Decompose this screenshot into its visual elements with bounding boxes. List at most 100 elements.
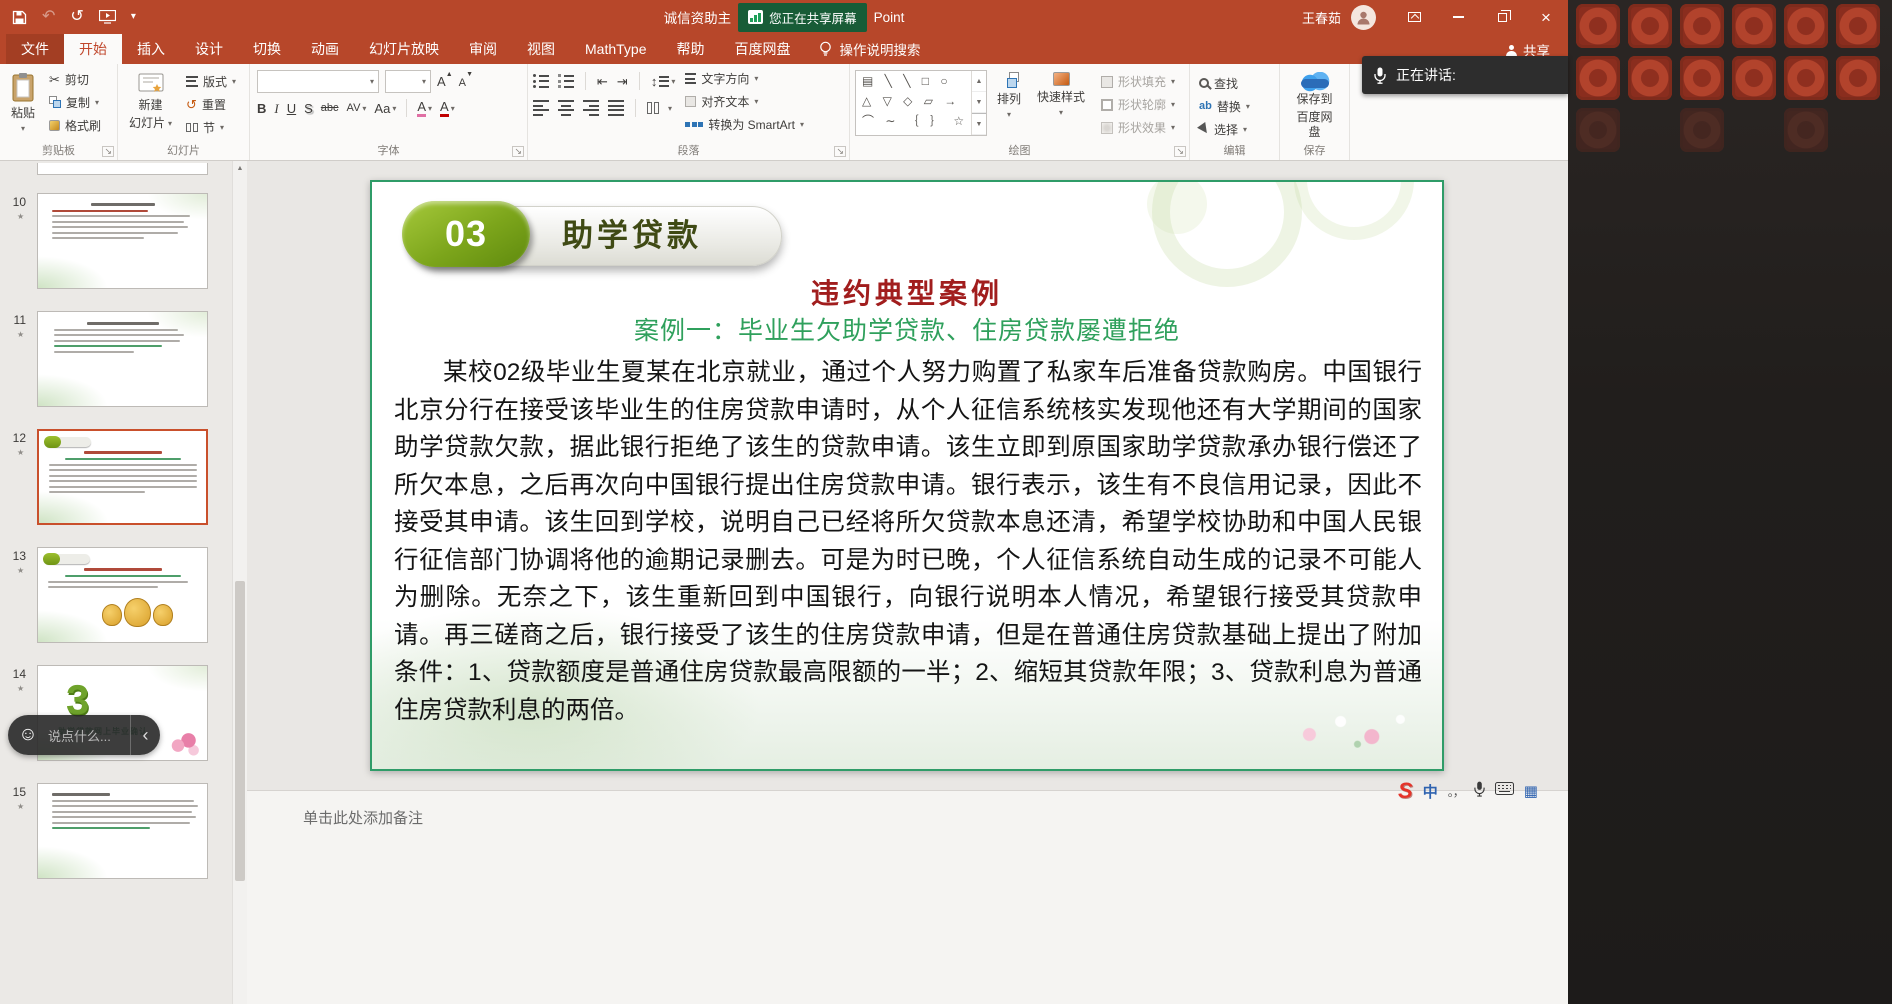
highlight-color-button[interactable]: A▾ [417,100,432,116]
shapes-gallery[interactable]: ▤ ╲ ╲ □ ○ △ ▽ ◇ ▱ → ⌒ ∼ ｛ ｝ ☆ ▲ ▼ ▼ [855,70,987,136]
ime-keyboard-button[interactable] [1495,782,1514,800]
tab-mathtype[interactable]: MathType [570,34,661,64]
font-dialog-launcher[interactable]: ↘ [512,146,524,157]
decrease-indent-button[interactable]: ⇤ [597,75,608,88]
tab-slideshow[interactable]: 幻灯片放映 [354,34,454,64]
tab-insert[interactable]: 插入 [122,34,180,64]
change-case-button[interactable]: Aa▾ [374,102,396,115]
convert-smartart-button[interactable]: 转换为 SmartArt▾ [685,114,804,135]
numbering-button[interactable] [558,74,574,88]
slide-thumbnail-12-selected[interactable] [37,429,208,525]
slide-body-text[interactable]: 某校02级毕业生夏某在北京就业，通过个人努力购置了私家车后准备贷款购房。中国银行… [394,354,1422,729]
layout-button[interactable]: 版式▾ [182,70,240,92]
align-text-button[interactable]: 对齐文本▾ [685,91,804,112]
save-to-baidu-button[interactable]: 保存到 百度网盘 [1285,68,1344,143]
font-color-button[interactable]: A▾ [440,100,455,116]
cut-button[interactable]: ✂剪切 [45,68,105,90]
slide-thumbnail-11[interactable] [37,311,208,407]
share-person-icon [1506,45,1517,56]
shapes-gallery-scroll[interactable]: ▲ ▼ ▼ [971,71,986,135]
align-left-button[interactable] [533,100,549,116]
increase-font-button[interactable]: A▲ [437,73,453,91]
account-name[interactable]: 王春茹 [1302,8,1341,27]
sogou-logo-icon[interactable]: S [1398,780,1413,802]
notes-pane[interactable]: 单击此处添加备注 [247,790,1568,1004]
align-center-button[interactable] [558,100,574,116]
tab-view[interactable]: 视图 [512,34,570,64]
section-badge[interactable]: 03 助学贷款 [410,206,782,266]
shape-effects-button[interactable]: 形状效果▾ [1101,117,1175,138]
tab-transitions[interactable]: 切换 [238,34,296,64]
tell-me-search[interactable]: 操作说明搜索 [819,34,920,64]
format-painter-icon [49,120,60,131]
drawing-dialog-launcher[interactable]: ↘ [1174,146,1186,157]
restore-button[interactable] [1480,0,1524,34]
minimize-button[interactable] [1436,0,1480,34]
decrease-font-button[interactable]: A▼ [459,73,473,91]
font-size-combo[interactable]: ▾ [385,70,431,93]
paste-button[interactable]: 粘贴 ▾ [5,68,41,143]
slide-thumbnail-13[interactable] [37,547,208,643]
sharing-badge[interactable]: 您正在共享屏幕 [738,3,867,32]
replace-button[interactable]: ab替换▾ [1195,95,1254,117]
tab-animations[interactable]: 动画 [296,34,354,64]
ime-toolbox-button[interactable]: ▦ [1524,784,1538,799]
titlebar-right: 王春茹 × [1302,0,1568,34]
paragraph-dialog-launcher[interactable]: ↘ [834,146,846,157]
ime-punctuation-toggle[interactable]: 。， [1448,783,1464,800]
title-text-right: Point [874,10,905,25]
format-painter-button[interactable]: 格式刷 [45,114,105,136]
justify-button[interactable] [608,100,624,116]
tab-file[interactable]: 文件 [6,34,64,64]
bold-button[interactable]: B [257,102,266,115]
collapse-chat-button[interactable]: ‹ [130,715,160,755]
quick-styles-button[interactable]: 快速样式 ▾ [1031,68,1091,143]
scroll-up-button[interactable]: ▲ [233,161,247,176]
shape-fill-button[interactable]: 形状填充▾ [1101,71,1175,92]
reset-button[interactable]: ↺重置 [182,93,240,115]
ime-mic-button[interactable] [1474,781,1485,802]
slide-subheading[interactable]: 案例一：毕业生欠助学贷款、住房贷款屡遭拒绝 [372,311,1442,347]
text-shadow-button[interactable]: S [304,102,313,115]
tab-baidu-netdisk[interactable]: 百度网盘 [719,34,805,64]
character-spacing-button[interactable]: AV▾ [347,103,367,114]
thumbnail-scrollbar[interactable]: ▲ [232,161,247,1004]
slide-thumbnail-10[interactable] [37,193,208,289]
section-button[interactable]: 节▾ [182,116,240,138]
increase-indent-button[interactable]: ⇥ [617,75,628,88]
chat-widget[interactable]: ☺ 说点什么... ‹ [8,715,160,755]
strikethrough-button[interactable]: abc [321,103,339,114]
chat-input[interactable]: 说点什么... [48,726,130,745]
slide-thumbnail-15[interactable] [37,783,208,879]
arrange-button[interactable]: 排列 ▾ [991,68,1027,143]
tab-review[interactable]: 审阅 [454,34,512,64]
tab-home[interactable]: 开始 [64,34,122,64]
shape-outline-button[interactable]: 形状轮廓▾ [1101,94,1175,115]
arrange-icon [1001,72,1017,88]
scrollbar-thumb[interactable] [235,581,245,881]
align-right-button[interactable] [583,100,599,116]
columns-button[interactable] [647,102,659,114]
close-button[interactable]: × [1524,0,1568,34]
underline-button[interactable]: U [287,102,296,115]
tab-design[interactable]: 设计 [180,34,238,64]
ime-language-toggle[interactable]: 中 [1423,781,1438,802]
text-direction-button[interactable]: 文字方向▾ [685,68,804,89]
partial-thumbnail-9[interactable] [37,163,208,175]
copy-button[interactable]: 复制▾ [45,91,105,113]
emoji-icon[interactable]: ☺ [8,724,48,746]
bullets-button[interactable] [533,74,549,88]
find-button[interactable]: 查找 [1195,72,1254,94]
select-button[interactable]: 选择▾ [1195,118,1254,140]
new-slide-button[interactable]: 新建 幻灯片▾ [123,68,178,143]
avatar[interactable] [1351,5,1376,30]
line-spacing-button[interactable]: ↕▾ [651,75,676,88]
slide-heading[interactable]: 违约典型案例 [372,272,1442,312]
current-slide[interactable]: 03 助学贷款 违约典型案例 案例一：毕业生欠助学贷款、住房贷款屡遭拒绝 某校0… [370,180,1444,771]
italic-button[interactable]: I [274,102,278,115]
ribbon-display-options-button[interactable] [1392,0,1436,34]
clipboard-dialog-launcher[interactable]: ↘ [102,146,114,157]
tab-help[interactable]: 帮助 [661,34,719,64]
ribbon-tab-row: 文件 开始 插入 设计 切换 动画 幻灯片放映 审阅 视图 MathType 帮… [0,34,1568,64]
font-name-combo[interactable]: ▾ [257,70,379,93]
